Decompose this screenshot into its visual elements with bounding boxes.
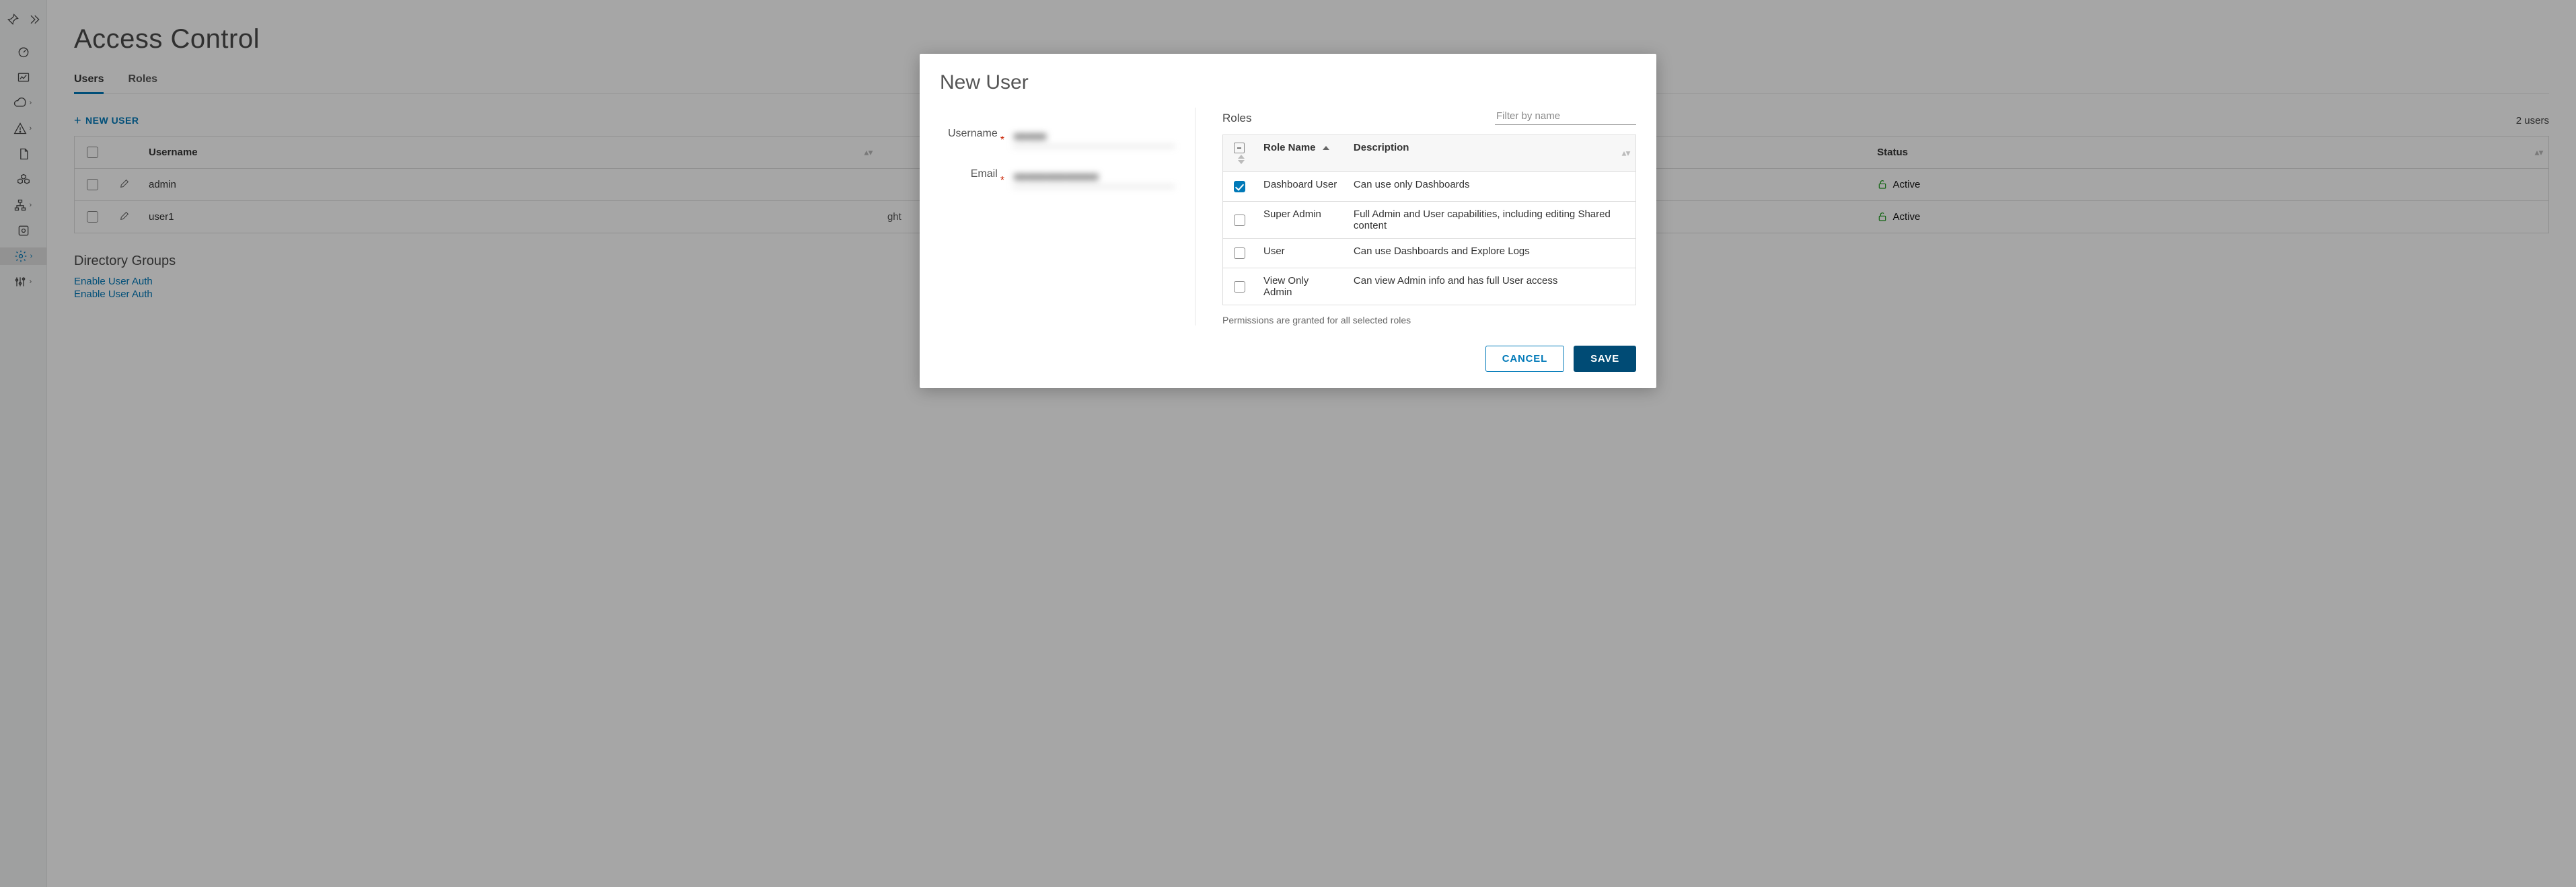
username-label: Username* bbox=[940, 128, 1013, 147]
select-all-roles-checkbox[interactable]: − bbox=[1234, 143, 1245, 153]
role-name: Dashboard User bbox=[1255, 172, 1346, 202]
modal-footer: CANCEL SAVE bbox=[940, 346, 1636, 372]
role-row: User Can use Dashboards and Explore Logs bbox=[1223, 239, 1636, 268]
required-asterisk: * bbox=[1000, 134, 1004, 146]
modal-body: Username* Email* Roles bbox=[940, 108, 1636, 325]
required-asterisk: * bbox=[1000, 175, 1004, 186]
role-checkbox[interactable] bbox=[1234, 181, 1245, 192]
role-name: User bbox=[1255, 239, 1346, 268]
roles-filter-input[interactable] bbox=[1495, 108, 1636, 125]
role-desc: Full Admin and User capabilities, includ… bbox=[1346, 202, 1636, 239]
roles-table: − Role Name Description ▴▾ bbox=[1222, 134, 1636, 305]
role-desc: Can view Admin info and has full User ac… bbox=[1346, 268, 1636, 305]
role-checkbox[interactable] bbox=[1234, 281, 1245, 293]
email-label: Email* bbox=[940, 168, 1013, 187]
sort-icon: ▴▾ bbox=[1622, 151, 1630, 156]
role-checkbox[interactable] bbox=[1234, 247, 1245, 259]
username-input[interactable] bbox=[1013, 128, 1175, 147]
roles-header: Roles bbox=[1222, 108, 1636, 125]
role-checkbox[interactable] bbox=[1234, 215, 1245, 226]
modal-left-column: Username* Email* bbox=[940, 108, 1195, 325]
save-button[interactable]: SAVE bbox=[1574, 346, 1636, 372]
roles-label: Roles bbox=[1222, 112, 1251, 125]
new-user-modal: New User Username* Email* R bbox=[920, 54, 1656, 388]
role-row: Dashboard User Can use only Dashboards bbox=[1223, 172, 1636, 202]
role-row: View Only Admin Can view Admin info and … bbox=[1223, 268, 1636, 305]
username-field-row: Username* bbox=[940, 128, 1175, 147]
roles-hint: Permissions are granted for all selected… bbox=[1222, 315, 1636, 325]
email-field-row: Email* bbox=[940, 168, 1175, 187]
modal-overlay: New User Username* Email* R bbox=[0, 0, 2576, 887]
cancel-button[interactable]: CANCEL bbox=[1485, 346, 1564, 372]
role-name: View Only Admin bbox=[1255, 268, 1346, 305]
sort-asc-icon bbox=[1323, 146, 1329, 150]
col-description[interactable]: Description ▴▾ bbox=[1346, 135, 1636, 172]
modal-title: New User bbox=[940, 71, 1636, 94]
role-desc: Can use Dashboards and Explore Logs bbox=[1346, 239, 1636, 268]
email-input[interactable] bbox=[1013, 169, 1175, 187]
role-desc: Can use only Dashboards bbox=[1346, 172, 1636, 202]
modal-right-column: Roles − Role Name bbox=[1222, 108, 1636, 325]
col-role-name[interactable]: Role Name bbox=[1255, 135, 1346, 172]
role-name: Super Admin bbox=[1255, 202, 1346, 239]
sort-icon bbox=[1238, 155, 1245, 164]
role-row: Super Admin Full Admin and User capabili… bbox=[1223, 202, 1636, 239]
